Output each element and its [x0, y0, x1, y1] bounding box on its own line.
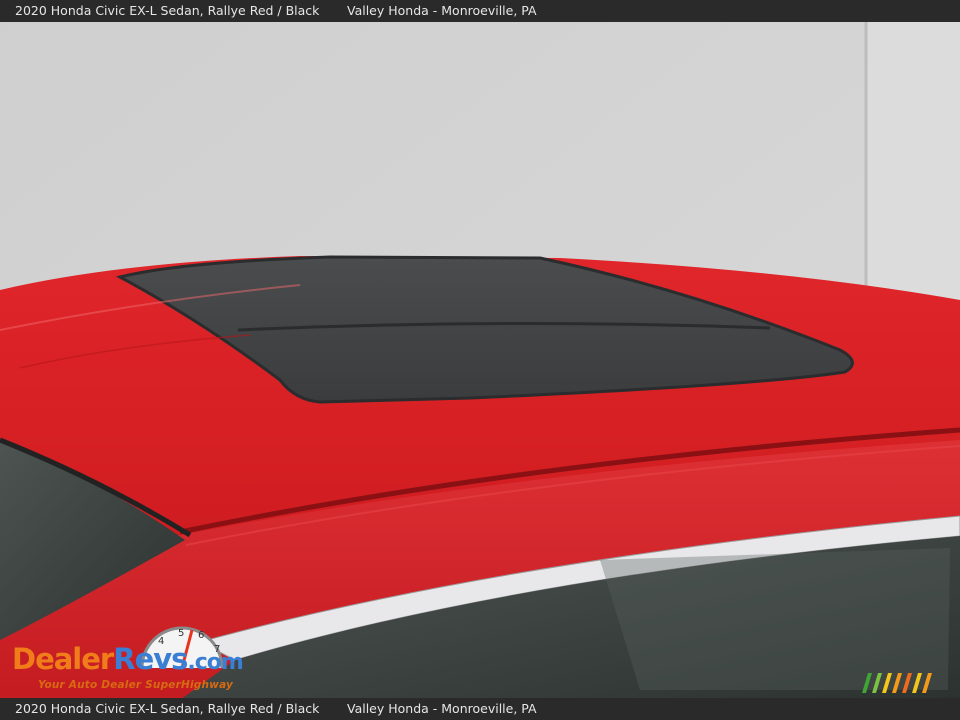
color-stripes-icon — [862, 673, 932, 693]
dealer-name: Valley Honda - Monroeville, PA — [347, 3, 537, 18]
dealer-name-bottom: Valley Honda - Monroeville, PA — [347, 701, 537, 716]
dealerrevs-watermark: 4 5 6 7 DealerRevs.com Your Auto Dealer … — [12, 626, 267, 698]
svg-text:6: 6 — [198, 630, 204, 641]
vehicle-title: 2020 Honda Civic EX-L Sedan, Rallye Red … — [15, 3, 320, 18]
vehicle-title-bottom: 2020 Honda Civic EX-L Sedan, Rallye Red … — [15, 701, 320, 716]
caption-bar-top: 2020 Honda Civic EX-L Sedan, Rallye Red … — [0, 0, 960, 22]
caption-bar-bottom: 2020 Honda Civic EX-L Sedan, Rallye Red … — [0, 698, 960, 720]
svg-text:5: 5 — [178, 628, 184, 639]
car-roof-photo — [0, 0, 960, 720]
logo-wordmark: DealerRevs.com — [12, 642, 244, 676]
wall-corner — [866, 22, 960, 312]
logo-tagline: Your Auto Dealer SuperHighway — [38, 679, 234, 691]
